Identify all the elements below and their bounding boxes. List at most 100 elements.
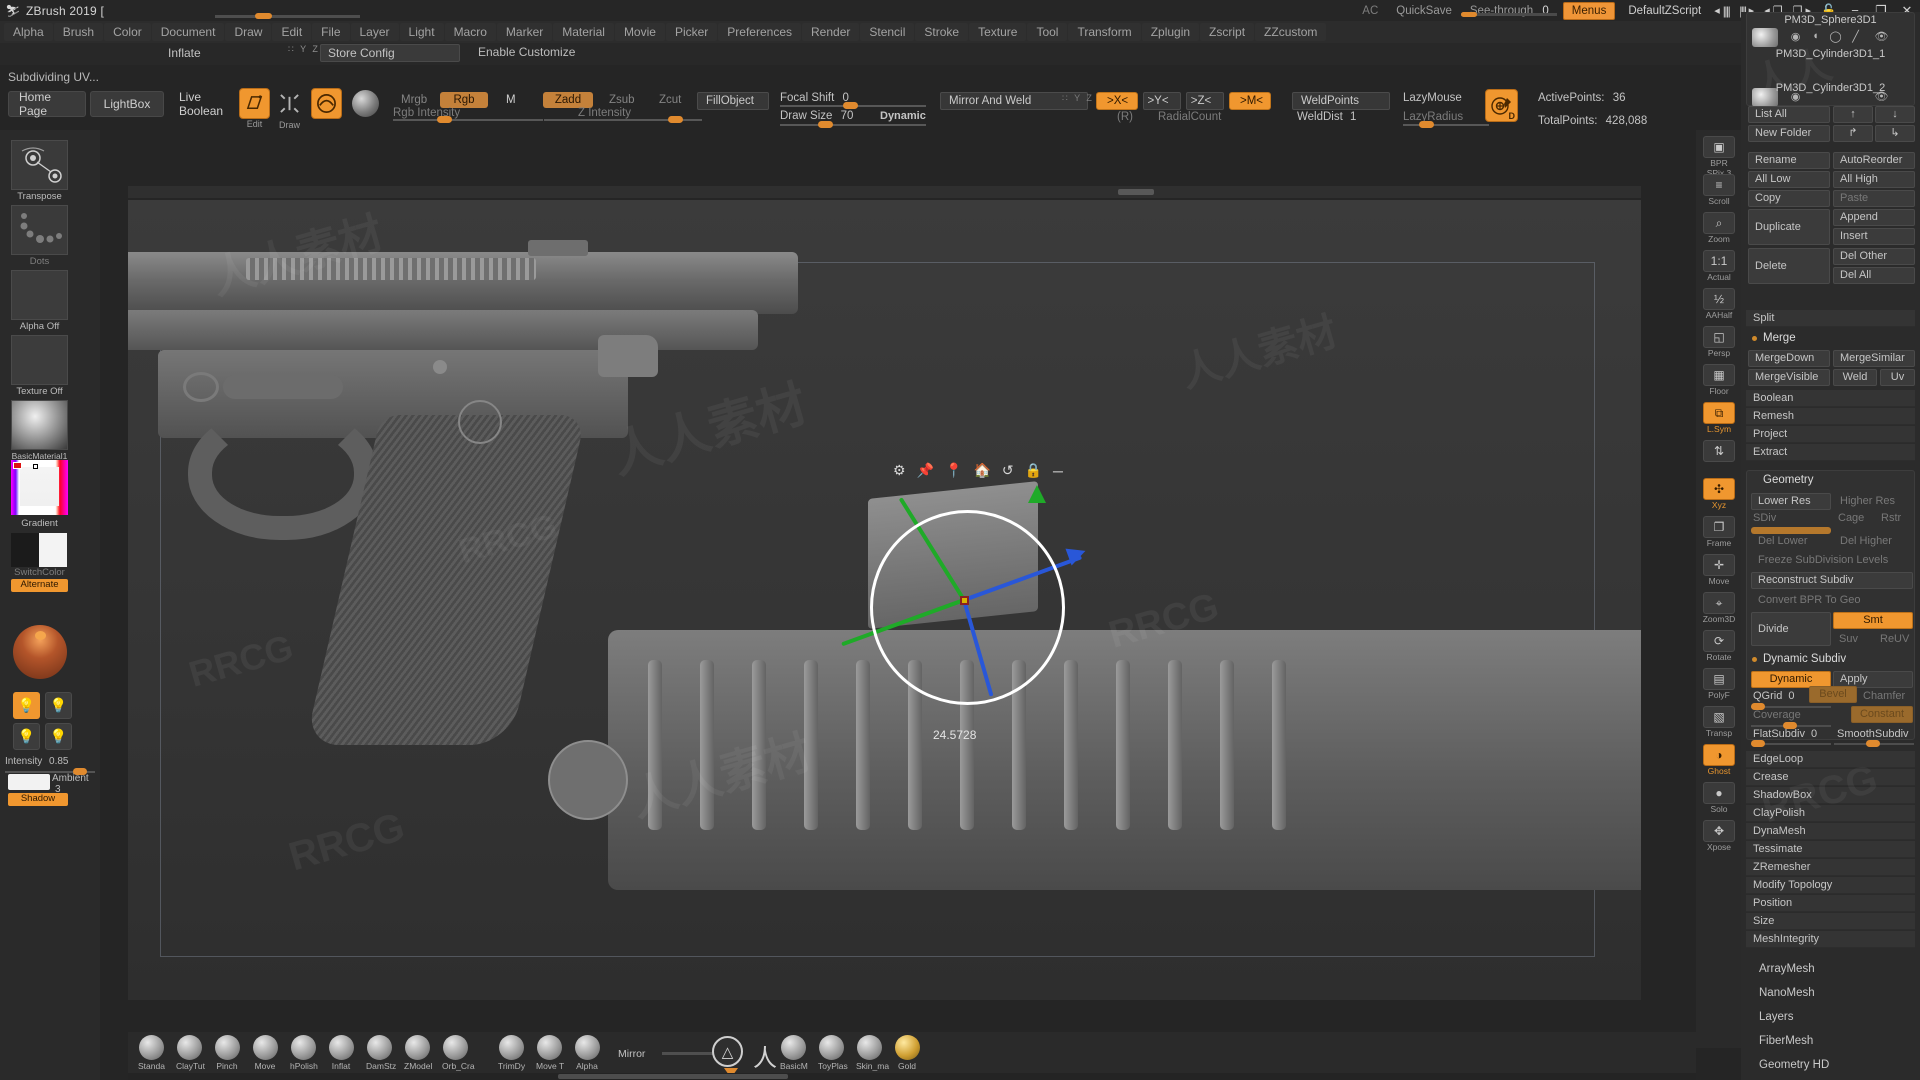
remesh-section[interactable]: Remesh xyxy=(1746,408,1915,425)
menu-item-marker[interactable]: Marker xyxy=(496,23,553,41)
geo-item-claypolish[interactable]: ClayPolish xyxy=(1746,805,1915,822)
geo-item-zremesher[interactable]: ZRemesher xyxy=(1746,859,1915,876)
brush-pinch[interactable]: Pinch xyxy=(214,1035,240,1071)
menu-item-zzcustom[interactable]: ZZcustom xyxy=(1255,23,1327,41)
light-button-2[interactable]: 💡 xyxy=(45,692,72,719)
gizmo-arrow-green[interactable] xyxy=(1028,485,1046,503)
slash-icon[interactable]: ╱ xyxy=(1847,30,1864,44)
ac-button[interactable]: AC xyxy=(1353,5,1387,17)
rail-item-lsym[interactable]: ⧉ L.Sym xyxy=(1702,402,1736,434)
zscript-prev-group[interactable]: ◂ |||| xyxy=(1709,4,1734,18)
ghost-icon[interactable]: ◑ xyxy=(1703,744,1735,766)
brush-damstz[interactable]: DamStz xyxy=(366,1035,396,1071)
menu-item-file[interactable]: File xyxy=(312,23,350,41)
light-button-3[interactable]: 💡 xyxy=(13,723,40,750)
menu-item-texture[interactable]: Texture xyxy=(969,23,1027,41)
sidebar-slot-transpose[interactable]: Transpose xyxy=(11,140,68,202)
rename-button[interactable]: Rename xyxy=(1748,152,1830,169)
flatsubdiv-slider[interactable] xyxy=(1751,740,1831,747)
see-through-slider[interactable]: See-through 0 xyxy=(1460,5,1558,17)
rail-item-aahalf[interactable]: ½ AAHalf xyxy=(1702,288,1736,320)
light-button-1[interactable]: 💡 xyxy=(13,692,40,719)
zadd-button[interactable]: Zadd xyxy=(543,92,593,108)
extract-section[interactable]: Extract xyxy=(1746,444,1915,461)
merge-section[interactable]: Merge xyxy=(1746,330,1915,348)
weld-button[interactable]: Weld xyxy=(1833,369,1877,386)
rail-item-polyf[interactable]: ▤ PolyF xyxy=(1702,668,1736,700)
primary-color-swatch[interactable] xyxy=(11,533,39,567)
bottom-scrollbar[interactable] xyxy=(128,1073,1696,1080)
fill-object-button[interactable]: FillObject xyxy=(697,92,769,110)
viewport-canvas[interactable]: 24.5728 ⚙ 📌 📍 🏠 ↺ 🔒 ─ 人人素材 人人素材 人人素材 人人素… xyxy=(128,200,1641,1000)
sidebar-slot-material[interactable]: BasicMaterial1 xyxy=(11,400,68,461)
zbrush-logo-icon[interactable]: △ xyxy=(712,1036,743,1067)
menu-item-color[interactable]: Color xyxy=(104,23,151,41)
brush-inflat[interactable]: Inflat xyxy=(328,1035,354,1071)
move-down-button[interactable]: ↓ xyxy=(1875,106,1915,123)
half-circle-icon[interactable]: ◖ xyxy=(1807,30,1824,44)
brush-standa[interactable]: Standa xyxy=(138,1035,165,1071)
shadow-button[interactable]: Shadow xyxy=(8,793,68,806)
del-all-button[interactable]: Del All xyxy=(1833,267,1915,284)
material-preview-button[interactable] xyxy=(350,88,381,119)
menu-item-macro[interactable]: Macro xyxy=(444,23,496,41)
palette-nanomesh[interactable]: NanoMesh xyxy=(1746,984,1915,1004)
rstr-button[interactable]: Rstr xyxy=(1881,512,1901,524)
project-section[interactable]: Project xyxy=(1746,426,1915,443)
weld-points-button[interactable]: WeldPoints xyxy=(1292,92,1390,110)
rail-item-scroll[interactable]: ≡ Scroll xyxy=(1702,174,1736,206)
duplicate-button[interactable]: Duplicate xyxy=(1748,209,1830,245)
zoom3d-icon[interactable]: ⌖ xyxy=(1703,592,1735,614)
z-intensity-slider[interactable] xyxy=(544,116,702,123)
x-axis-button[interactable]: >X< xyxy=(1096,92,1138,110)
lazymouse-icon[interactable]: D xyxy=(1485,89,1518,122)
brush-alpha[interactable]: Alpha xyxy=(574,1035,600,1071)
palette-fibermesh[interactable]: FiberMesh xyxy=(1746,1032,1915,1052)
color-picker[interactable] xyxy=(11,460,68,515)
copy-button[interactable]: Copy xyxy=(1748,190,1830,207)
switch-color-label[interactable]: SwitchColor xyxy=(8,567,71,578)
move-mode-button[interactable] xyxy=(311,88,342,119)
brush-zmodel[interactable]: ZModel xyxy=(404,1035,432,1071)
rail-item-move[interactable]: ✛ Move xyxy=(1702,554,1736,586)
store-config-button[interactable]: Store Config xyxy=(320,44,460,62)
chamfer-button[interactable]: Chamfer xyxy=(1863,690,1905,702)
menu-item-tool[interactable]: Tool xyxy=(1027,23,1068,41)
bevel-button[interactable]: Bevel xyxy=(1809,686,1857,703)
smoothsubdiv-label[interactable]: SmoothSubdiv xyxy=(1837,728,1909,740)
geometry-title[interactable]: Geometry xyxy=(1746,472,1915,490)
material-skinma[interactable]: Skin_ma xyxy=(856,1035,889,1071)
cage-button[interactable]: Cage xyxy=(1838,512,1864,524)
rail-item-frame[interactable]: ❐ Frame xyxy=(1702,516,1736,548)
transform-icon[interactable]: ⇅ xyxy=(1703,440,1735,462)
rail-item-transp[interactable]: ▧ Transp xyxy=(1702,706,1736,738)
location-icon[interactable]: 📍 xyxy=(945,462,962,479)
scroll-icon[interactable]: ≡ xyxy=(1703,174,1735,196)
geo-item-meshintegrity[interactable]: MeshIntegrity xyxy=(1746,931,1915,948)
merge-down-button[interactable]: MergeDown xyxy=(1748,350,1830,367)
coverage-slider[interactable] xyxy=(1751,722,1831,729)
z-axis-button[interactable]: >Z< xyxy=(1186,92,1224,110)
aahalf-icon[interactable]: ½ xyxy=(1703,288,1735,310)
material-preview-sphere[interactable] xyxy=(13,625,67,679)
geo-item-dynamesh[interactable]: DynaMesh xyxy=(1746,823,1915,840)
pin-icon[interactable]: 📌 xyxy=(917,462,934,479)
palette-layers[interactable]: Layers xyxy=(1746,1008,1915,1028)
light-button-4[interactable]: 💡 xyxy=(45,723,72,750)
palette-geometry-hd[interactable]: Geometry HD xyxy=(1746,1056,1915,1076)
quicksave-button[interactable]: QuickSave xyxy=(1387,5,1461,17)
lazy-radius-slider[interactable] xyxy=(1403,121,1489,128)
menu-item-picker[interactable]: Picker xyxy=(665,23,718,41)
menu-item-preferences[interactable]: Preferences xyxy=(718,23,801,41)
zoom-icon[interactable]: ⌕ xyxy=(1703,212,1735,234)
folder-out-button[interactable]: ↱ xyxy=(1833,125,1873,142)
rail-item-ghost[interactable]: ◑ Ghost xyxy=(1702,744,1736,776)
smoothsubdiv-slider[interactable] xyxy=(1834,740,1914,747)
m-axis-button[interactable]: >M< xyxy=(1229,92,1271,110)
new-folder-button[interactable]: New Folder xyxy=(1748,125,1830,142)
rail-item-xyz[interactable]: ✣ Xyz xyxy=(1702,478,1736,510)
rail-item-floor[interactable]: ▦ Floor xyxy=(1702,364,1736,396)
merge-similar-button[interactable]: MergeSimilar xyxy=(1833,350,1915,367)
rail-item-rotate[interactable]: ⟳ Rotate xyxy=(1702,630,1736,662)
menu-item-edit[interactable]: Edit xyxy=(272,23,312,41)
